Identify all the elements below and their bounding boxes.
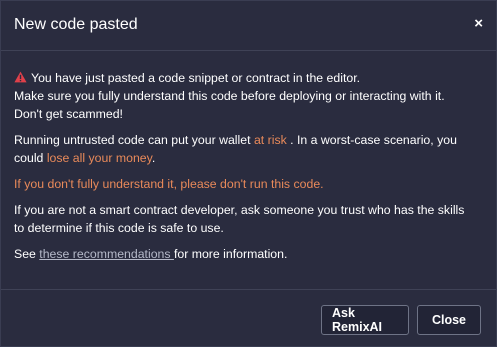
risk-highlight: at risk [253, 133, 287, 147]
close-button[interactable]: Close [417, 305, 481, 335]
advice-paragraph: If you are not a smart contract develope… [14, 201, 483, 237]
modal-title: New code pasted [14, 15, 138, 33]
pasted-code-warning-modal: New code pasted × You have just pasted a… [0, 0, 497, 347]
recommendations-line: See these recommendations for more infor… [14, 245, 483, 263]
warning-line-1: You have just pasted a code snippet or c… [14, 69, 483, 87]
footer-divider [1, 289, 496, 290]
risk-line-2: could lose all your money. [14, 149, 483, 167]
warning-line-3: Don't get scammed! [14, 107, 123, 121]
see-prefix: See [14, 247, 40, 261]
modal-header: New code pasted × [1, 1, 496, 51]
recommendations-link[interactable]: these recommendations [39, 247, 174, 261]
risk-paragraph: Running untrusted code can put your wall… [14, 131, 483, 167]
risk-line-1: Running untrusted code can put your wall… [14, 131, 483, 149]
risk-middle: . In a worst-case scenario, you [286, 133, 457, 147]
see-suffix: for more information. [173, 247, 288, 261]
modal-body: You have just pasted a code snippet or c… [1, 51, 496, 263]
advice-line-2: to determine if this code is safe to use… [14, 221, 224, 235]
risk-line2-prefix: could [14, 151, 47, 165]
warning-paragraph: You have just pasted a code snippet or c… [14, 69, 483, 123]
modal-footer: Ask RemixAI Close [321, 305, 481, 335]
recommendations-paragraph: See these recommendations for more infor… [14, 245, 483, 263]
ask-remixai-button[interactable]: Ask RemixAI [321, 305, 409, 335]
risk-line2-suffix: . [151, 151, 156, 165]
advice-line-1: If you are not a smart contract develope… [14, 203, 465, 217]
warning-text-1: You have just pasted a code snippet or c… [31, 71, 361, 85]
close-icon[interactable]: × [474, 16, 483, 31]
warning-line-2: Make sure you fully understand this code… [14, 89, 445, 103]
dont-run-paragraph: If you don't fully understand it, please… [14, 175, 483, 193]
lose-money-highlight: lose all your money [46, 151, 152, 165]
dont-run-text: If you don't fully understand it, please… [14, 177, 324, 191]
risk-prefix: Running untrusted code can put your wall… [14, 133, 254, 147]
warning-triangle-icon [14, 71, 27, 83]
